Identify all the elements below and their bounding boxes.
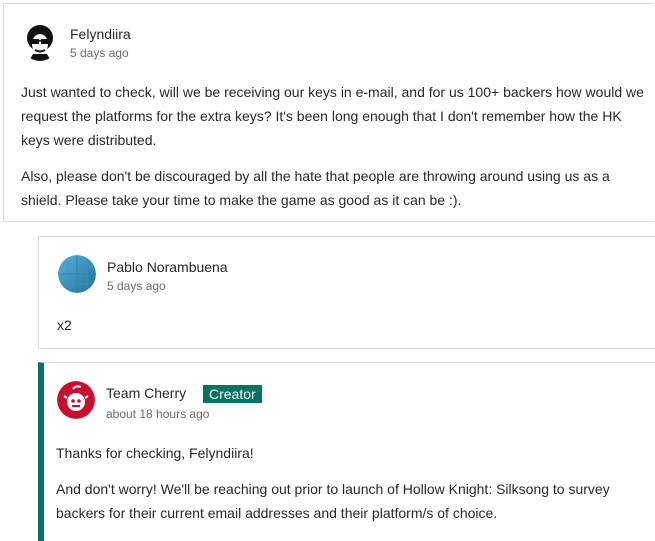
comment-body: x2 — [57, 313, 637, 337]
comment-paragraph: x2 — [57, 317, 72, 333]
user-avatar-icon — [21, 23, 59, 61]
comment-felyndiira: Felyndiira 5 days ago Just wanted to che… — [3, 3, 654, 222]
timestamp: 5 days ago — [70, 46, 129, 60]
comment-paragraph: Just wanted to check, will we be receivi… — [21, 84, 644, 148]
comment-paragraph: And don't worry! We'll be reaching out p… — [56, 481, 610, 521]
author-name[interactable]: Pablo Norambuena — [107, 259, 228, 275]
comment-body: Just wanted to check, will we be receivi… — [21, 80, 646, 212]
comment-body: Thanks for checking, Felyndiira! And don… — [56, 441, 646, 525]
user-avatar-icon — [58, 255, 96, 293]
author-name[interactable]: Team Cherry — [106, 385, 186, 401]
timestamp: about 18 hours ago — [106, 407, 210, 421]
timestamp: 5 days ago — [107, 279, 166, 293]
creator-badge: Creator — [203, 385, 262, 403]
author-name[interactable]: Felyndiira — [70, 26, 131, 42]
reply-team-cherry: Team Cherry Creator about 18 hours ago T… — [38, 362, 655, 541]
reply-pablo-norambuena: Pablo Norambuena 5 days ago x2 — [38, 236, 655, 349]
comment-paragraph: Also, please don't be discouraged by all… — [21, 168, 610, 208]
team-cherry-logo-icon — [57, 381, 95, 419]
avatar[interactable] — [58, 255, 96, 293]
avatar[interactable] — [57, 381, 95, 419]
avatar[interactable] — [21, 23, 59, 61]
comment-paragraph: Thanks for checking, Felyndiira! — [56, 445, 254, 461]
